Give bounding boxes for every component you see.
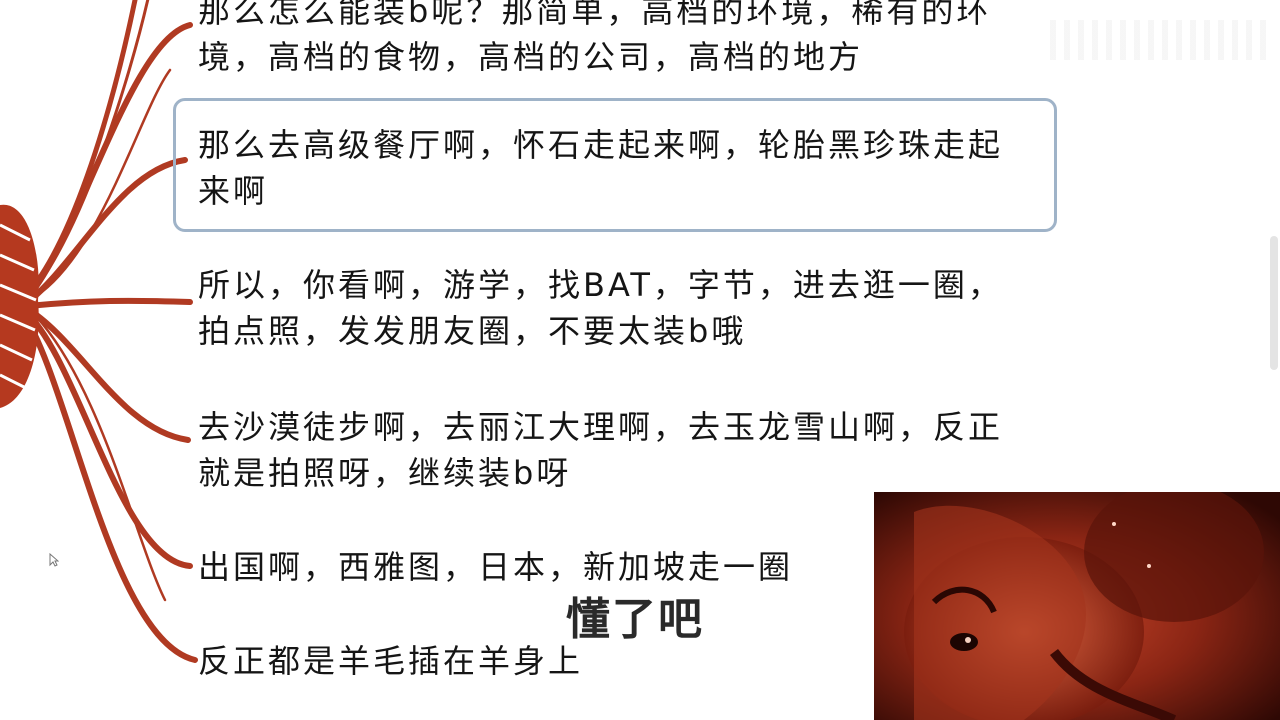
root-node (0, 204, 39, 408)
faded-background-text (1050, 20, 1270, 60)
branch-line-0 (19, 0, 138, 303)
mouse-cursor-icon (49, 553, 59, 567)
mindmap-node-fine-dining[interactable]: 那么去高级餐厅啊，怀石走起来啊，轮胎黑珍珠走起 来啊 (198, 122, 1058, 214)
branch-line-2 (23, 157, 188, 307)
mindmap-node-study-tour[interactable]: 所以，你看啊，游学，找BAT，字节，进去逛一圈， 拍点照，发发朋友圈，不要太装b… (198, 262, 1058, 354)
video-subtitle: 懂了吧 (566, 594, 704, 645)
vertical-scrollbar[interactable] (1270, 236, 1278, 370)
mindmap-node-luxury-environment[interactable]: 那么怎么能装b呢？那简单，高档的环境，稀有的环 境，高档的食物，高档的公司，高档… (198, 0, 1058, 80)
branch-line-5 (21, 307, 193, 569)
mindmap-node-travel-photos[interactable]: 去沙漠徒步啊，去丽江大理啊，去玉龙雪山啊，反正 就是拍照呀，继续装b呀 (198, 404, 1058, 496)
presenter-video-overlay (874, 492, 1280, 720)
branch-line-6 (19, 309, 198, 663)
branch-line-3 (25, 297, 193, 309)
presenter-video-icon (874, 492, 1280, 720)
